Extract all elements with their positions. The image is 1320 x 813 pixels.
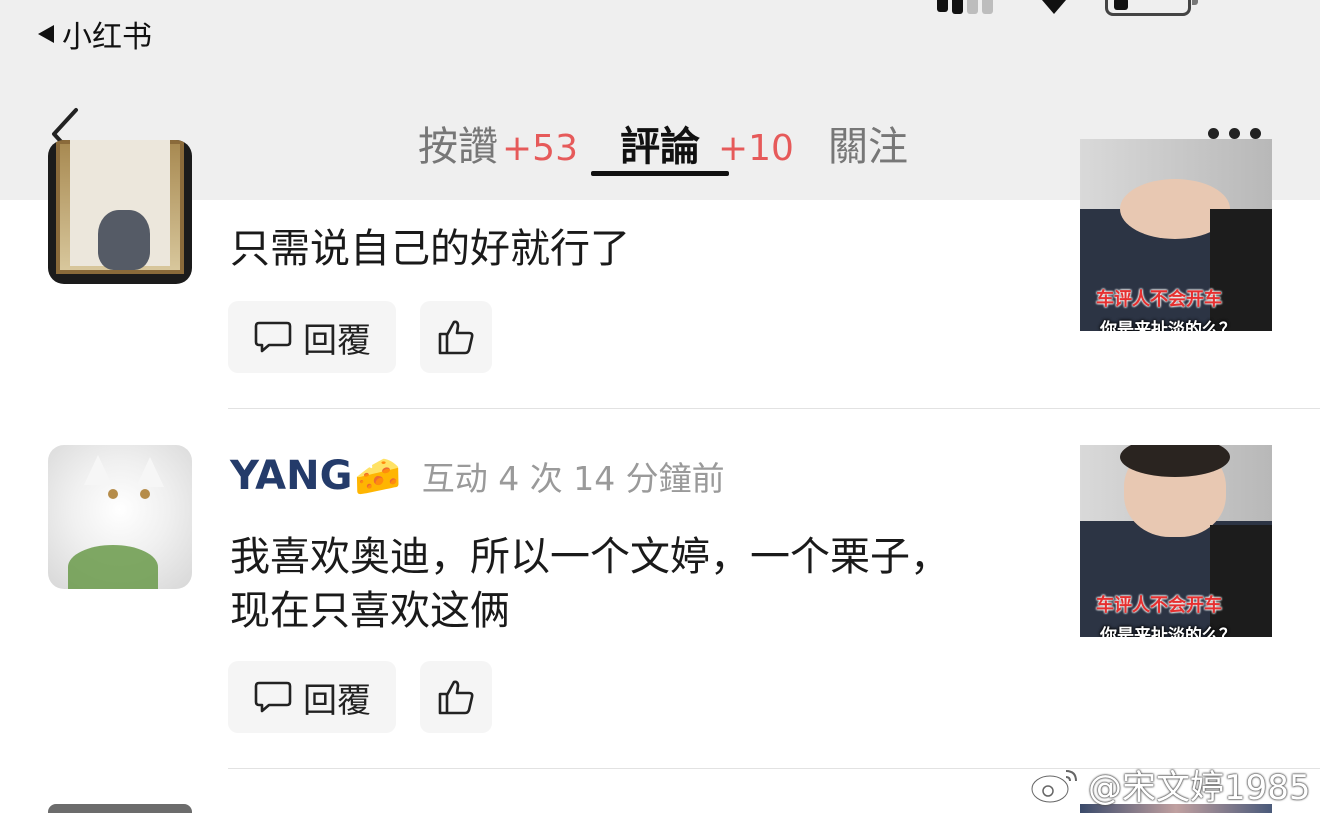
thumbnail-caption-top: 车评人不会开车 xyxy=(1096,595,1222,616)
like-button[interactable] xyxy=(420,301,492,373)
tab-follows[interactable]: 關注 xyxy=(828,114,908,172)
back-triangle-icon xyxy=(38,25,54,43)
reply-label: 回覆 xyxy=(303,680,371,721)
thumbnail-caption-bottom: 你是来扯淡的么？ xyxy=(1100,626,1236,637)
like-button[interactable] xyxy=(420,661,492,733)
post-thumbnail[interactable]: 车评人不会开车 你是来扯淡的么？ xyxy=(1080,139,1272,331)
more-dots-icon[interactable] xyxy=(1208,128,1261,139)
battery-icon xyxy=(1105,0,1198,16)
tab-comments-count: +10 xyxy=(717,128,794,169)
reply-button[interactable]: 回覆 xyxy=(228,301,396,373)
thumbnail-caption-top: 车评人不会开车 xyxy=(1096,289,1222,310)
avatar[interactable] xyxy=(48,445,192,589)
active-tab-indicator xyxy=(591,171,729,176)
back-app-label: 小红书 xyxy=(62,20,152,55)
thumbs-up-icon xyxy=(438,320,474,355)
weibo-logo-icon xyxy=(1030,769,1077,803)
avatar[interactable] xyxy=(48,804,192,813)
comment-bubble-icon xyxy=(254,681,292,713)
back-to-app-button[interactable]: 小红书 xyxy=(38,12,152,56)
cheese-emoji-icon: 🧀 xyxy=(354,453,402,498)
reply-button[interactable]: 回覆 xyxy=(228,661,396,733)
thumbs-up-icon xyxy=(438,680,474,715)
comment-text: 我喜欢奥迪，所以一个文婷，一个栗子，现在只喜欢这俩 xyxy=(230,534,950,634)
watermark: @宋文婷1985 xyxy=(1030,760,1311,809)
tab-comments-label: 評論 xyxy=(619,124,700,170)
username[interactable]: YANG xyxy=(230,453,352,499)
comment-header: YANG 🧀 互动 4 次 14 分鐘前 xyxy=(230,452,725,500)
reply-label: 回覆 xyxy=(303,320,371,361)
watermark-text: @宋文婷1985 xyxy=(1088,768,1311,808)
divider xyxy=(228,408,1320,409)
comment-bubble-icon xyxy=(254,321,292,353)
tab-likes-label: 按讚 xyxy=(418,124,498,170)
status-bar: 小红书 xyxy=(0,0,1320,70)
tab-comments[interactable]: 評論 +10 xyxy=(620,114,794,172)
wifi-icon xyxy=(1042,0,1066,14)
tab-follows-label: 關注 xyxy=(827,124,908,170)
avatar[interactable] xyxy=(48,140,192,284)
post-thumbnail[interactable]: 车评人不会开车 你是来扯淡的么？ xyxy=(1080,445,1272,637)
thumbnail-caption-bottom: 你是来扯淡的么？ xyxy=(1100,320,1236,331)
comment-meta: 互动 4 次 14 分鐘前 xyxy=(421,459,725,498)
tab-bar: 按讚 +53 評論 +10 關注 xyxy=(418,114,908,172)
tab-likes[interactable]: 按讚 +53 xyxy=(418,114,578,172)
comment-text: 只需说自己的好就行了 xyxy=(230,226,630,272)
cellular-signal-icon xyxy=(937,0,993,14)
tab-likes-count: +53 xyxy=(502,128,578,169)
